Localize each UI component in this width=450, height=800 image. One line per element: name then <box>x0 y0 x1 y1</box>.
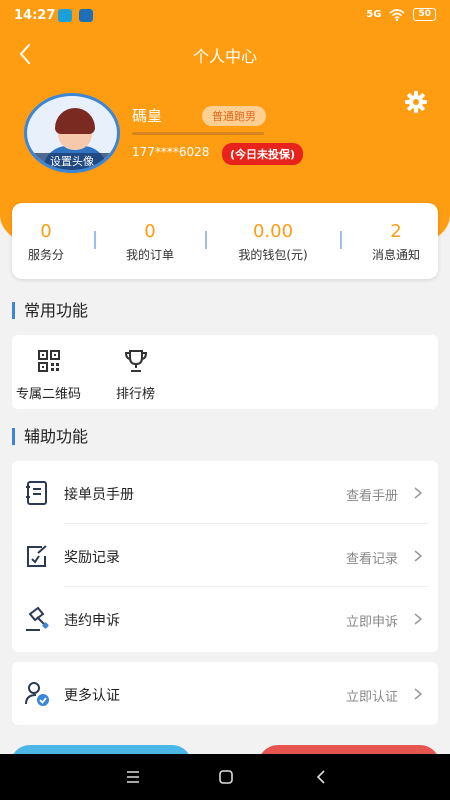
reward-record-icon <box>27 545 47 567</box>
trophy-icon <box>124 350 147 372</box>
app-notification-icon <box>79 9 93 22</box>
set-avatar-label[interactable]: 设置头像 <box>27 153 117 170</box>
list-item-appeal[interactable]: 违约申诉 立即申诉 <box>12 587 438 650</box>
list-item-manual[interactable]: 接单员手册 查看手册 <box>12 461 438 524</box>
leaderboard-entry[interactable]: 排行榜 <box>116 349 155 402</box>
stat-my-wallet[interactable]: 0.00 我的钱包(元) <box>223 221 323 263</box>
aux-functions-title: 辅助功能 <box>12 428 88 445</box>
menu-icon[interactable] <box>124 768 142 786</box>
gavel-icon <box>26 606 49 631</box>
common-functions-title: 常用功能 <box>12 302 88 319</box>
user-phone: 177****6028 <box>132 145 210 159</box>
user-verify-icon <box>25 682 49 706</box>
status-bar: 14:27 5G 50 <box>0 0 450 30</box>
avatar[interactable]: 设置头像 <box>24 93 120 173</box>
signal-icon: 5G <box>366 9 382 20</box>
system-navigation-bar <box>0 754 450 800</box>
stat-divider <box>340 231 342 249</box>
status-time: 14:27 <box>14 8 56 23</box>
stats-card: 0 服务分 0 我的订单 0.00 我的钱包(元) 2 消息通知 <box>12 203 438 279</box>
chevron-right-icon <box>414 688 423 700</box>
chevron-right-icon <box>414 550 423 562</box>
stat-my-orders[interactable]: 0 我的订单 <box>100 221 200 263</box>
stat-service-score[interactable]: 0 服务分 <box>0 221 96 263</box>
chevron-right-icon <box>414 613 423 625</box>
telegram-icon <box>58 9 72 22</box>
list-item-more-verification[interactable]: 更多认证 立即认证 <box>12 662 438 725</box>
qr-code-entry[interactable]: 专属二维码 <box>16 349 81 402</box>
list-item-reward-record[interactable]: 奖励记录 查看记录 <box>12 524 438 587</box>
user-name: 碼皇 <box>132 107 163 125</box>
user-level-badge: 普通跑男 <box>202 106 266 126</box>
manual-icon <box>26 481 47 505</box>
wifi-icon <box>389 8 405 21</box>
user-progress-line <box>132 132 264 135</box>
battery-icon: 50 <box>413 8 436 21</box>
system-back-icon[interactable] <box>312 768 330 786</box>
qr-code-icon <box>37 350 60 372</box>
settings-gear-icon[interactable] <box>404 90 428 114</box>
page-title: 个人中心 <box>192 47 257 66</box>
insurance-status-badge[interactable]: (今日未投保) <box>222 143 304 165</box>
more-verification-card: 更多认证 立即认证 <box>12 662 438 725</box>
aux-functions-list: 接单员手册 查看手册 奖励记录 查看记录 违约申诉 立即申诉 <box>12 461 438 652</box>
stat-notifications[interactable]: 2 消息通知 <box>346 221 446 263</box>
stat-divider <box>205 231 207 249</box>
home-icon[interactable] <box>217 768 235 786</box>
common-functions-card: 专属二维码 排行榜 <box>12 335 438 409</box>
chevron-right-icon <box>414 487 423 499</box>
stat-divider <box>94 231 96 249</box>
